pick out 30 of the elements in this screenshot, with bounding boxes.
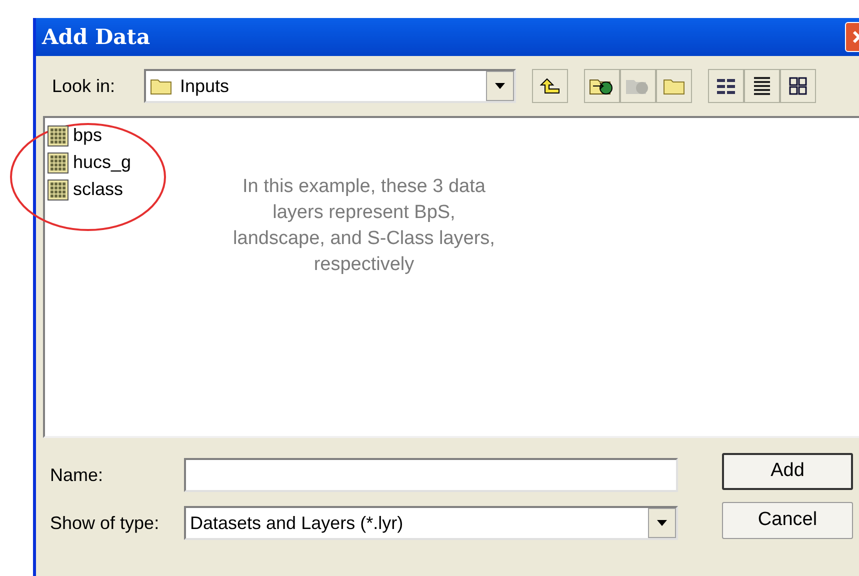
thumbnails-view-button[interactable] <box>780 69 816 103</box>
details-view-button[interactable] <box>744 69 780 103</box>
annotation-text: In this example, these 3 data layers represent BpS, landscape, and S-Class layers, respectively <box>232 175 496 277</box>
folder-icon <box>150 77 172 95</box>
caret-icon <box>495 83 505 89</box>
list-view-button[interactable] <box>708 69 744 103</box>
up-folder-button[interactable] <box>532 69 568 103</box>
thumbnails-view-icon <box>788 76 808 96</box>
caret-icon <box>657 520 667 526</box>
type-label: Show of type: <box>50 512 160 535</box>
raster-grid-icon <box>47 152 69 174</box>
connect-button[interactable] <box>584 69 620 103</box>
up-arrow-icon <box>539 77 561 95</box>
file-item[interactable]: bps <box>47 122 102 149</box>
raster-grid-icon <box>47 178 69 200</box>
details-view-icon <box>752 76 772 96</box>
file-item[interactable]: sclass <box>47 176 124 203</box>
name-label: Name: <box>50 464 104 486</box>
dialog-button[interactable]: Cancel <box>722 502 853 539</box>
new-folder-button[interactable] <box>656 69 692 103</box>
dialog-button[interactable]: Add <box>722 453 853 490</box>
window-title: Add Data <box>42 23 150 52</box>
folder-icon <box>663 77 685 95</box>
type-dropdown[interactable]: Datasets and Layers (*.lyr) <box>184 506 678 540</box>
look-in-label: Look in: <box>52 74 116 98</box>
list-view-icon <box>715 76 737 96</box>
file-item[interactable]: hucs_g <box>47 149 132 176</box>
name-input[interactable] <box>184 458 678 492</box>
look-in-dropdown[interactable]: Inputs <box>144 69 516 103</box>
raster-grid-icon <box>47 124 69 146</box>
